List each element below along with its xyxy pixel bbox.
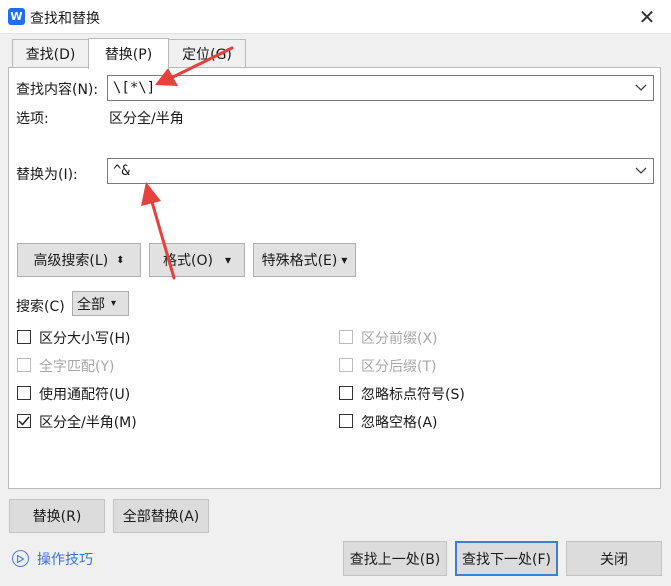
arrow-to-replace-field — [141, 182, 176, 280]
annotation-arrows — [141, 46, 234, 280]
tab-replace[interactable]: 替换(P) — [88, 38, 169, 69]
